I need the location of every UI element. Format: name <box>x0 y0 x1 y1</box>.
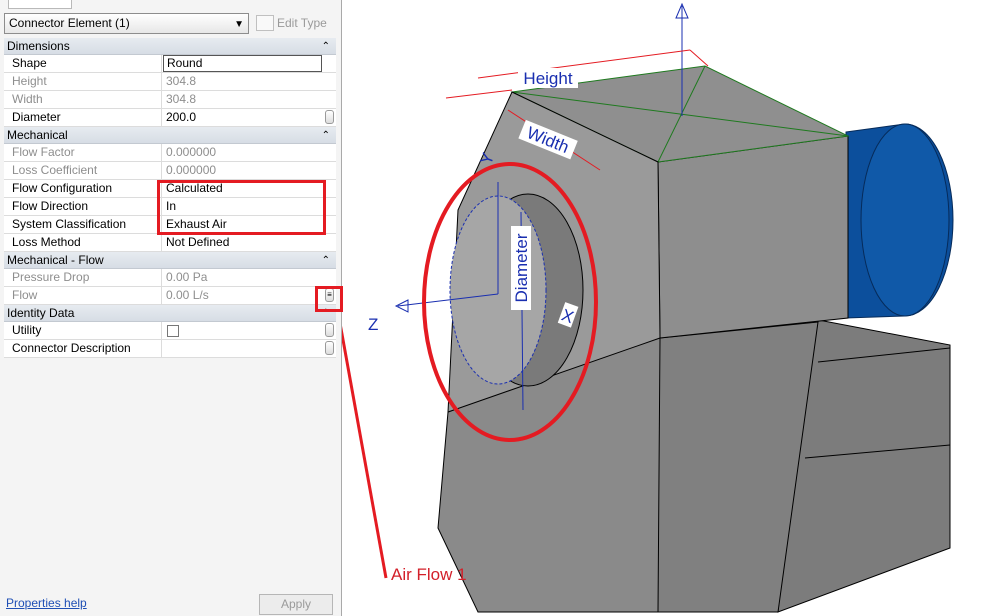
highlight-box-flow-settings <box>157 180 326 235</box>
collapse-icon[interactable]: ⌃ <box>322 38 330 55</box>
group-identity-data[interactable]: Identity Data ⌃ <box>4 305 336 322</box>
property-key: Height <box>4 73 162 90</box>
property-value: 304.8 <box>166 92 197 106</box>
property-value: 0.00 Pa <box>166 270 208 284</box>
apply-button[interactable]: Apply <box>259 594 333 615</box>
property-key: Flow Configuration <box>4 180 162 197</box>
height-dimension-line <box>445 89 513 99</box>
fan-motor-end <box>860 123 950 317</box>
diameter-label: Diameter <box>511 226 531 310</box>
height-label-text: Height <box>523 69 572 88</box>
property-row-connector-description[interactable]: Connector Description <box>4 340 336 358</box>
property-key: Flow Direction <box>4 198 162 215</box>
group-label: Mechanical - Flow <box>7 253 104 267</box>
palette-tab[interactable] <box>8 0 72 9</box>
group-mechanical[interactable]: Mechanical ⌃ <box>4 127 336 144</box>
property-key: Flow <box>4 287 162 304</box>
property-row-height: Height 304.8 <box>4 73 336 91</box>
group-label: Mechanical <box>7 128 68 142</box>
associate-parameter-button[interactable] <box>325 110 334 124</box>
diameter-value-input[interactable]: 200.0 <box>163 109 336 126</box>
connector-description-input[interactable] <box>163 340 336 357</box>
properties-palette: Connector Element (1) ▼ Edit Type Dimens… <box>0 0 342 616</box>
loss-method-select[interactable]: Not Defined <box>163 234 336 251</box>
property-key: Loss Coefficient <box>4 162 162 179</box>
property-key: Width <box>4 91 162 108</box>
property-row-pressure-drop: Pressure Drop 0.00 Pa <box>4 269 336 287</box>
width-dimension-line <box>689 49 709 67</box>
group-label: Identity Data <box>7 306 75 320</box>
highlight-box-flow-button <box>315 286 343 312</box>
edit-type-label: Edit Type <box>277 16 327 30</box>
height-label: Height <box>518 68 578 88</box>
edit-type-icon <box>256 14 274 31</box>
type-selector-dropdown[interactable]: Connector Element (1) ▼ <box>4 13 249 34</box>
property-key: Connector Description <box>4 340 162 357</box>
property-key: Pressure Drop <box>4 269 162 286</box>
utility-checkbox[interactable] <box>167 325 179 337</box>
property-value: 0.000000 <box>166 163 217 177</box>
property-row-diameter[interactable]: Diameter 200.0 <box>4 109 336 127</box>
property-key: Loss Method <box>4 234 162 251</box>
property-row-flow-factor: Flow Factor 0.000000 <box>4 144 336 162</box>
shape-value-input[interactable]: Round <box>163 55 322 72</box>
collapse-icon[interactable]: ⌃ <box>322 252 330 269</box>
associate-parameter-button[interactable] <box>325 323 334 337</box>
annotation-leader-line <box>342 325 388 579</box>
property-value: 304.8 <box>166 74 197 88</box>
associate-parameter-button[interactable] <box>325 341 334 355</box>
axis-z-label: Z <box>368 315 378 334</box>
group-mechanical-flow[interactable]: Mechanical - Flow ⌃ <box>4 252 336 269</box>
property-row-flow[interactable]: Flow 0.00 L/s ≡ <box>4 287 336 305</box>
property-row-width: Width 304.8 <box>4 91 336 109</box>
property-row-loss-coefficient: Loss Coefficient 0.000000 <box>4 162 336 180</box>
property-value: 0.000000 <box>166 145 217 159</box>
property-row-utility[interactable]: Utility <box>4 322 336 340</box>
property-row-shape[interactable]: Shape Round <box>4 55 336 73</box>
property-key: Diameter <box>4 109 162 126</box>
chevron-down-icon: ▼ <box>234 19 244 30</box>
property-value: 0.00 L/s <box>166 288 209 302</box>
housing-right-face <box>657 135 849 339</box>
palette-footer: Properties help Apply <box>0 590 341 616</box>
property-key: Shape <box>4 55 162 72</box>
property-key: Flow Factor <box>4 144 162 161</box>
property-key: Utility <box>4 322 162 339</box>
diameter-label-text: Diameter <box>512 233 531 302</box>
property-row-loss-method[interactable]: Loss Method Not Defined <box>4 234 336 252</box>
type-selector-value: Connector Element (1) <box>9 16 130 30</box>
3d-viewport[interactable]: Height Width Diameter Z Y X <box>342 0 986 616</box>
group-dimensions[interactable]: Dimensions ⌃ <box>4 38 336 55</box>
property-key: System Classification <box>4 216 162 233</box>
properties-help-link[interactable]: Properties help <box>6 596 87 610</box>
air-flow-annotation: Air Flow 1 <box>391 565 467 584</box>
collapse-icon[interactable]: ⌃ <box>322 127 330 144</box>
group-label: Dimensions <box>7 39 70 53</box>
edit-type-button[interactable]: Edit Type <box>256 13 332 34</box>
